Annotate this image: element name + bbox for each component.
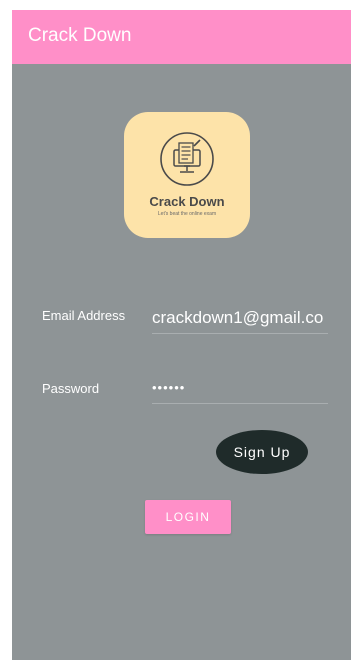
app-title: Crack Down bbox=[28, 25, 132, 46]
password-label: Password bbox=[42, 381, 100, 396]
password-field[interactable]: •••••• bbox=[152, 380, 330, 395]
signup-button[interactable]: Sign Up bbox=[216, 430, 308, 474]
logo-tagline: Let's beat the online exam bbox=[157, 211, 217, 217]
email-underline bbox=[152, 333, 328, 334]
app-logo: Crack Down Let's beat the online exam bbox=[124, 112, 250, 238]
computer-checklist-icon bbox=[160, 132, 214, 186]
app-bar: Crack Down bbox=[12, 10, 351, 64]
app-screen: Crack Down Crack Down Let's beat the onl… bbox=[12, 10, 351, 660]
password-underline bbox=[152, 403, 328, 404]
email-field[interactable]: crackdown1@gmail.co bbox=[152, 308, 330, 328]
logo-name: Crack Down bbox=[149, 194, 225, 209]
login-button[interactable]: LOGIN bbox=[145, 500, 231, 534]
email-label: Email Address bbox=[42, 308, 126, 323]
